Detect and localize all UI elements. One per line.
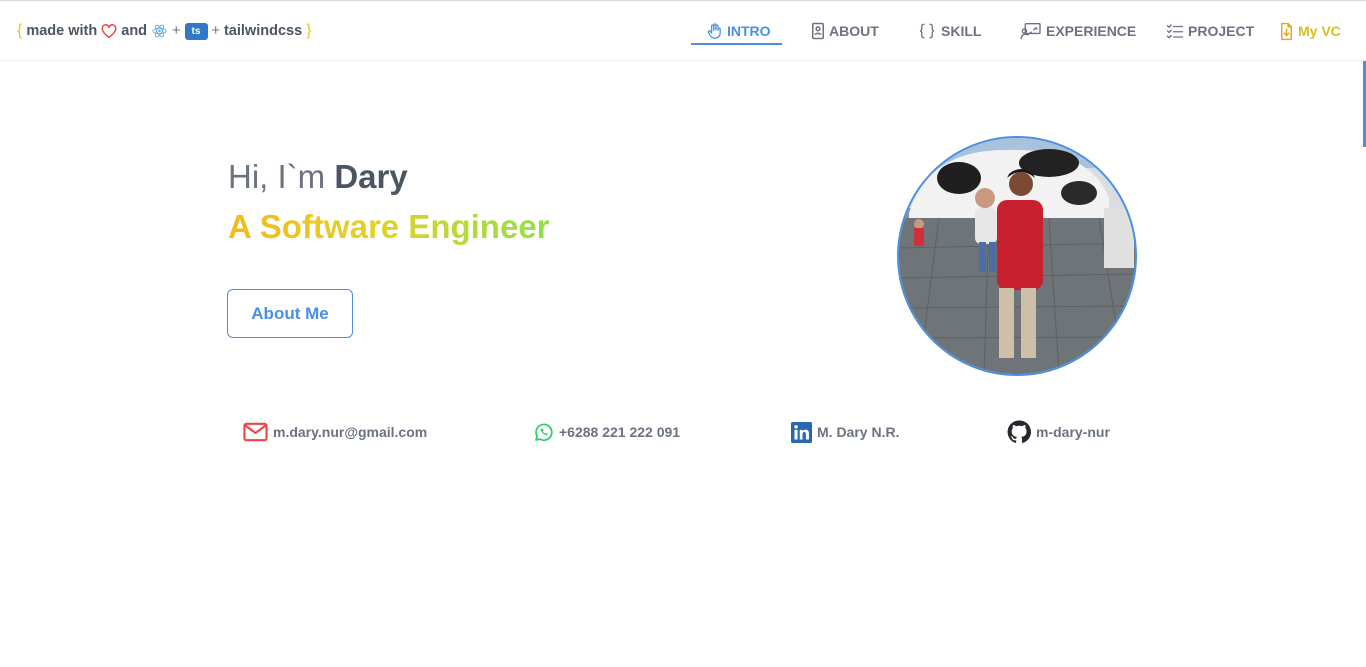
nav-item-label: INTRO	[727, 23, 771, 39]
top-navbar: { made with and + ts + tailwindcss } INT…	[0, 1, 1366, 61]
whatsapp-icon	[533, 422, 554, 443]
plus-sign: +	[172, 23, 181, 39]
github-icon	[1007, 420, 1031, 444]
greeting-text: Hi, I`m	[228, 158, 335, 195]
contact-whatsapp[interactable]: +6288 221 222 091	[533, 419, 680, 445]
nav-item-about[interactable]: ABOUT	[811, 20, 879, 42]
nav-item-label: SKILL	[941, 23, 982, 39]
mail-icon	[243, 422, 268, 442]
active-tab-indicator	[691, 43, 782, 45]
contact-github[interactable]: m-dary-nur	[1007, 419, 1110, 445]
contact-label: M. Dary N.R.	[817, 424, 900, 440]
nav-item-label: My VC	[1298, 23, 1341, 39]
made-with-text: made with	[26, 23, 98, 39]
nav-item-project[interactable]: PROJECT	[1166, 20, 1254, 42]
braces-icon	[917, 22, 937, 40]
hero-greeting: Hi, I`m Dary	[228, 158, 408, 196]
nav-item-label: PROJECT	[1188, 23, 1255, 39]
about-me-button[interactable]: About Me	[227, 289, 353, 338]
nav-item-skill[interactable]: SKILL	[917, 20, 981, 42]
nav-item-label: ABOUT	[829, 23, 879, 39]
tailwind-text: tailwindcss	[223, 23, 303, 39]
plus-sign: +	[211, 23, 220, 39]
download-file-icon	[1279, 22, 1294, 41]
contact-linkedin[interactable]: M. Dary N.R.	[791, 419, 899, 445]
and-text: and	[121, 23, 148, 39]
nav-item-experience[interactable]: EXPERIENCE	[1020, 20, 1136, 42]
react-icon	[151, 23, 168, 39]
checklist-icon	[1166, 22, 1184, 40]
close-brace: }	[306, 22, 312, 39]
heart-icon	[101, 23, 117, 39]
hero-name: Dary	[334, 158, 408, 195]
contact-email[interactable]: m.dary.nur@gmail.com	[243, 419, 427, 445]
typescript-badge: ts	[184, 22, 208, 40]
hand-icon	[706, 22, 723, 40]
contact-label: +6288 221 222 091	[559, 424, 681, 440]
hero-role: A Software Engineer	[228, 208, 550, 245]
contact-label: m-dary-nur	[1036, 424, 1110, 440]
open-brace: {	[17, 22, 23, 39]
nav-item-my-vc[interactable]: My VC	[1279, 20, 1341, 42]
profile-photo	[897, 136, 1137, 376]
linkedin-icon	[791, 421, 812, 443]
nav-item-label: EXPERIENCE	[1046, 23, 1137, 39]
contact-label: m.dary.nur@gmail.com	[273, 424, 428, 440]
id-card-icon	[811, 22, 825, 40]
presentation-icon	[1020, 22, 1042, 40]
brand-tagline: { made with and + ts + tailwindcss }	[17, 21, 311, 41]
nav-item-intro[interactable]: INTRO	[706, 20, 771, 42]
